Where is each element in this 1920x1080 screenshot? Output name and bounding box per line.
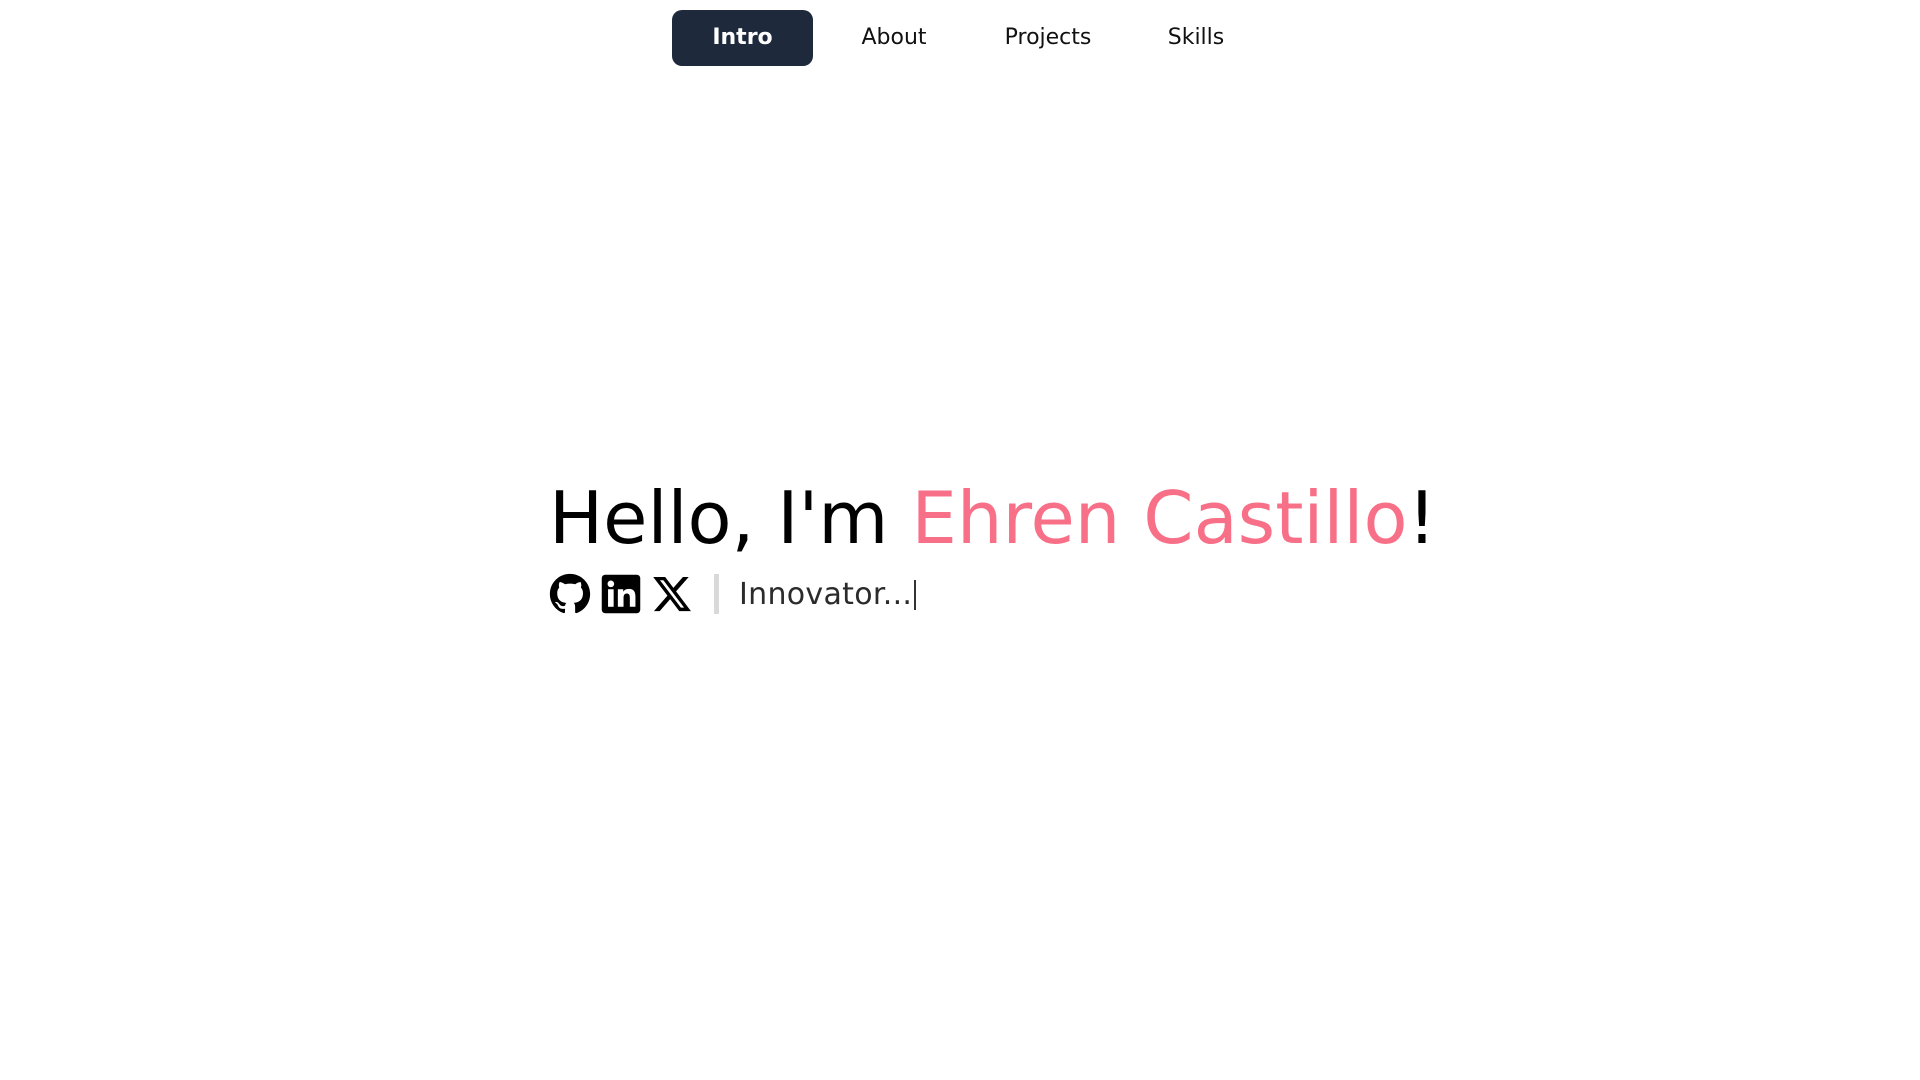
nav-projects[interactable]: Projects	[988, 10, 1108, 66]
hero-name: Ehren Castillo	[911, 476, 1408, 560]
github-icon[interactable]	[549, 573, 591, 615]
linkedin-icon[interactable]	[600, 573, 642, 615]
nav-skills[interactable]: Skills	[1140, 10, 1252, 66]
x-icon[interactable]	[651, 573, 693, 615]
typing-role-text: Innovator...	[739, 576, 917, 612]
hero-title: Hello, I'm Ehren Castillo!	[549, 470, 1449, 566]
social-row: Innovator...	[549, 570, 917, 618]
nav-about[interactable]: About	[836, 10, 952, 66]
hero-exclamation: !	[1407, 476, 1437, 560]
typing-caret	[914, 580, 917, 610]
role-text: Innovator...	[739, 576, 913, 612]
hero-greeting: Hello, I'm	[549, 476, 912, 560]
nav-intro[interactable]: Intro	[672, 10, 813, 66]
top-nav: Intro About Projects Skills	[0, 10, 1920, 66]
vertical-divider	[714, 574, 719, 614]
hero-section: Hello, I'm Ehren Castillo!	[549, 470, 1449, 566]
